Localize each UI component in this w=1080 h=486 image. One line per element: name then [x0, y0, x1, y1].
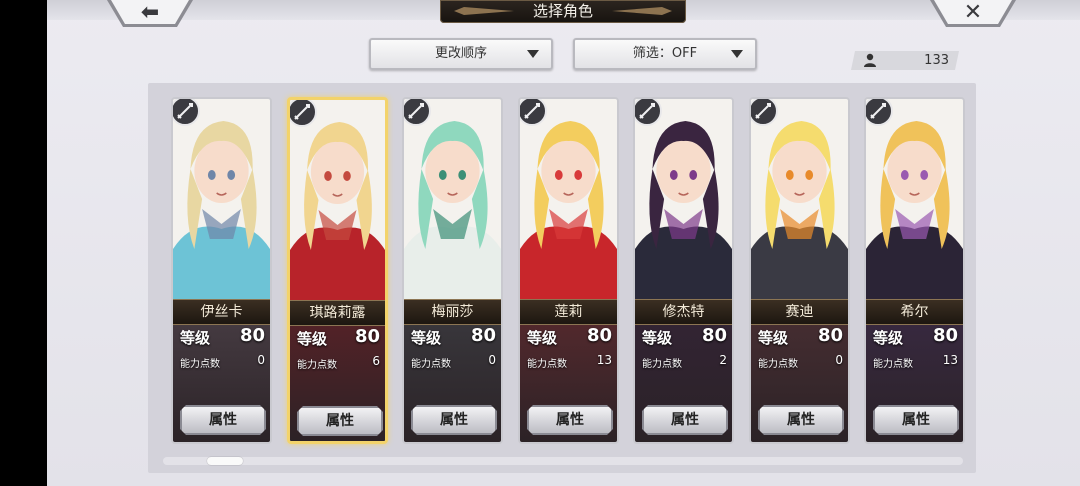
- character-name: 修杰特: [662, 304, 705, 320]
- level-label: 等级: [180, 329, 211, 347]
- level-value: 80: [354, 326, 380, 347]
- horizontal-scrollbar[interactable]: [163, 457, 963, 465]
- weapon-class-icon: [520, 99, 547, 126]
- game-screen: ⬅ 选择角色 ✕ 更改顺序 筛选：OFF 133 伊丝卡 等级 80 能力点数 …: [0, 0, 1080, 486]
- close-icon: ✕: [963, 0, 983, 25]
- character-name-bar: 修杰特: [635, 299, 732, 325]
- weapon-class-icon: [290, 100, 317, 127]
- attributes-button[interactable]: 属性: [297, 406, 383, 436]
- character-select-window: ⬅ 选择角色 ✕ 更改顺序 筛选：OFF 133 伊丝卡 等级 80 能力点数 …: [47, 0, 1080, 486]
- level-label: 等级: [758, 329, 789, 347]
- ability-points-label: 能力点数: [411, 359, 451, 370]
- level-label: 等级: [527, 329, 558, 347]
- attributes-button[interactable]: 属性: [411, 405, 497, 435]
- attributes-button[interactable]: 属性: [873, 405, 959, 435]
- weapon-class-icon: [404, 99, 431, 126]
- attributes-button-label: 属性: [787, 412, 815, 428]
- page-title: 选择角色: [532, 2, 593, 20]
- character-card[interactable]: 修杰特 等级 80 能力点数 2 属性: [633, 97, 734, 444]
- character-portrait: [520, 99, 617, 299]
- attributes-button[interactable]: 属性: [642, 405, 728, 435]
- character-portrait: [751, 99, 848, 299]
- back-button[interactable]: ⬅: [107, 0, 193, 28]
- level-label: 等级: [411, 329, 442, 347]
- ability-points-value: 0: [835, 353, 843, 367]
- level-value: 80: [932, 325, 958, 346]
- character-card[interactable]: 莲莉 等级 80 能力点数 13 属性: [518, 97, 619, 444]
- character-portrait: [866, 99, 963, 299]
- character-count: 133: [924, 53, 949, 68]
- character-name-bar: 琪路莉露: [290, 300, 385, 326]
- attributes-button-label: 属性: [440, 412, 468, 428]
- character-portrait: [173, 99, 270, 299]
- person-icon: [864, 53, 876, 67]
- character-card[interactable]: 伊丝卡 等级 80 能力点数 0 属性: [171, 97, 272, 444]
- character-card[interactable]: 琪路莉露 等级 80 能力点数 6 属性: [287, 97, 388, 444]
- character-name: 琪路莉露: [309, 305, 366, 321]
- level-label: 等级: [873, 329, 904, 347]
- ability-points-label: 能力点数: [297, 360, 337, 371]
- close-button[interactable]: ✕: [930, 0, 1016, 28]
- attributes-button[interactable]: 属性: [758, 405, 844, 435]
- ability-points-value: 13: [942, 353, 958, 367]
- attributes-button-label: 属性: [209, 412, 237, 428]
- weapon-class-icon: [635, 99, 662, 126]
- ability-points-value: 2: [719, 353, 727, 367]
- sort-order-dropdown[interactable]: 更改顺序: [369, 38, 553, 70]
- attributes-button-label: 属性: [556, 412, 584, 428]
- level-label: 等级: [297, 330, 328, 348]
- character-name-bar: 伊丝卡: [173, 299, 270, 325]
- character-name-bar: 梅丽莎: [404, 299, 501, 325]
- filter-label: 筛选：OFF: [632, 46, 698, 61]
- character-name: 莲莉: [554, 304, 583, 320]
- attributes-button-label: 属性: [671, 412, 699, 428]
- character-name-bar: 莲莉: [520, 299, 617, 325]
- level-value: 80: [817, 325, 843, 346]
- ability-points-value: 13: [596, 353, 612, 367]
- attributes-button-label: 属性: [326, 413, 354, 429]
- character-card[interactable]: 赛迪 等级 80 能力点数 0 属性: [749, 97, 850, 444]
- level-value: 80: [586, 325, 612, 346]
- dropdown-arrow-icon: [527, 50, 539, 58]
- scrollbar-thumb[interactable]: [207, 457, 243, 465]
- character-portrait: [290, 100, 385, 300]
- character-name: 希尔: [900, 304, 929, 320]
- weapon-class-icon: [866, 99, 893, 126]
- level-label: 等级: [642, 329, 673, 347]
- level-value: 80: [239, 325, 265, 346]
- ability-points-value: 0: [257, 353, 265, 367]
- ability-points-label: 能力点数: [642, 359, 682, 370]
- sort-order-label: 更改顺序: [434, 46, 487, 61]
- level-value: 80: [701, 325, 727, 346]
- attributes-button[interactable]: 属性: [527, 405, 613, 435]
- character-portrait: [635, 99, 732, 299]
- character-card[interactable]: 梅丽莎 等级 80 能力点数 0 属性: [402, 97, 503, 444]
- character-name-bar: 希尔: [866, 299, 963, 325]
- level-value: 80: [470, 325, 496, 346]
- ability-points-label: 能力点数: [758, 359, 798, 370]
- attributes-button-label: 属性: [902, 412, 930, 428]
- ability-points-value: 6: [372, 354, 380, 368]
- dropdown-arrow-icon: [731, 50, 743, 58]
- character-name: 梅丽莎: [431, 304, 474, 320]
- character-name: 伊丝卡: [200, 304, 243, 320]
- character-name-bar: 赛迪: [751, 299, 848, 325]
- back-arrow-icon: ⬅: [140, 0, 160, 25]
- character-name: 赛迪: [785, 304, 814, 320]
- attributes-button[interactable]: 属性: [180, 405, 266, 435]
- filter-dropdown[interactable]: 筛选：OFF: [573, 38, 757, 70]
- character-card[interactable]: 希尔 等级 80 能力点数 13 属性: [864, 97, 965, 444]
- ability-points-label: 能力点数: [180, 359, 220, 370]
- title-banner: 选择角色: [440, 0, 686, 23]
- ability-points-label: 能力点数: [873, 359, 913, 370]
- weapon-class-icon: [751, 99, 778, 126]
- ability-points-label: 能力点数: [527, 359, 567, 370]
- character-portrait: [404, 99, 501, 299]
- weapon-class-icon: [173, 99, 200, 126]
- ability-points-value: 0: [488, 353, 496, 367]
